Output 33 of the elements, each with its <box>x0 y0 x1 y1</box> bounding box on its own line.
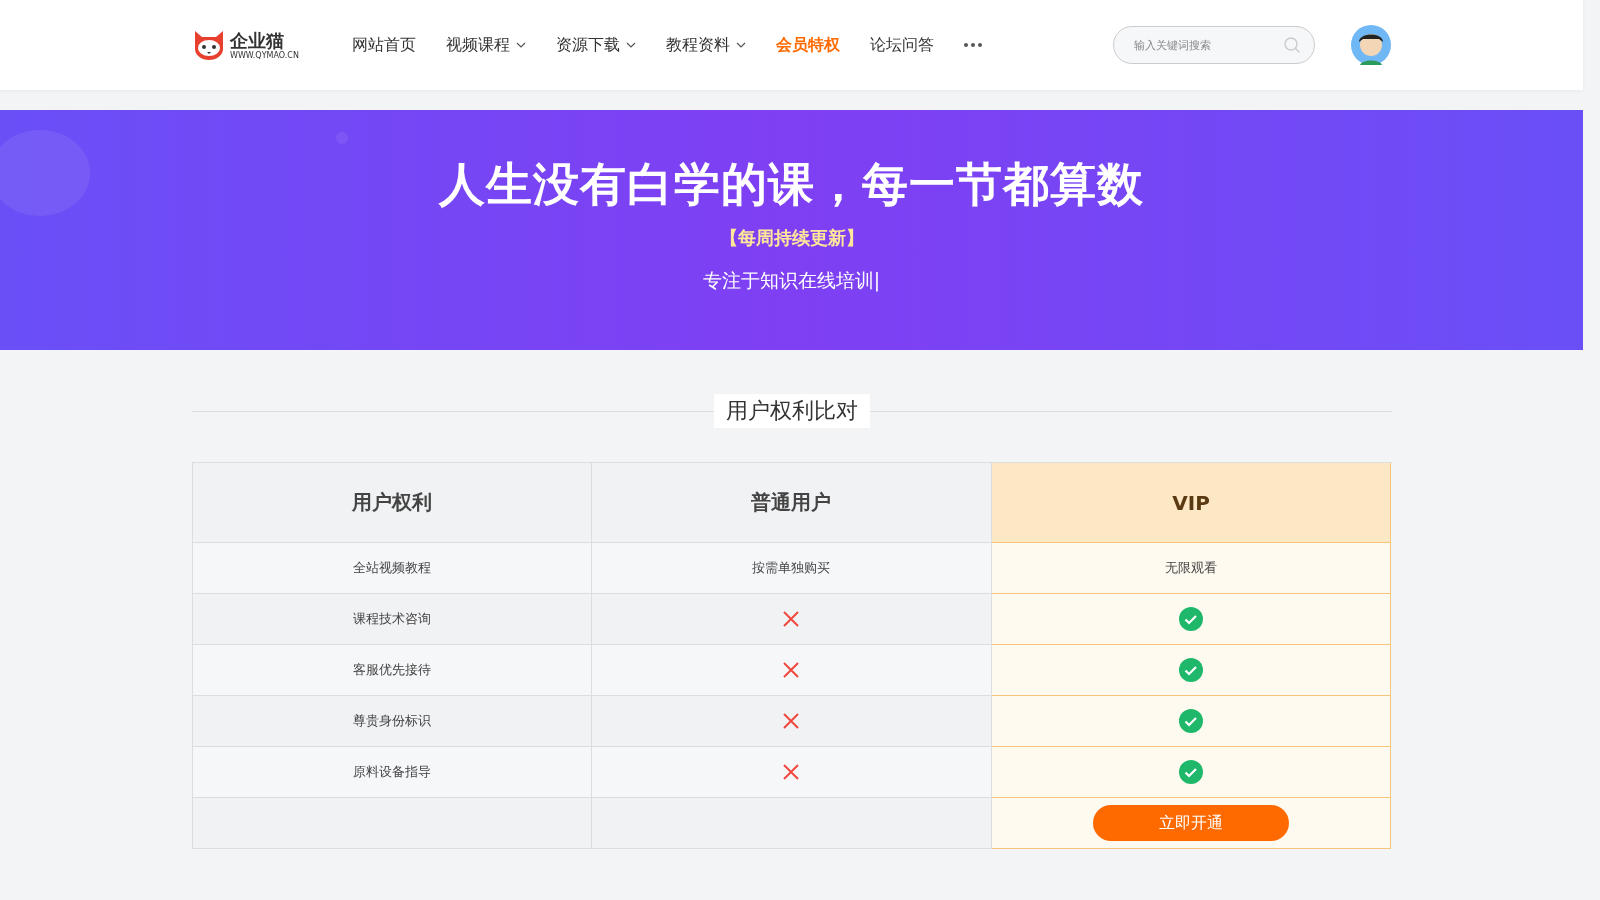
table-cell: 尊贵身份标识 <box>192 696 593 747</box>
cross-icon <box>783 764 800 780</box>
banner-title: 人生没有白学的课，每一节都算数 <box>439 156 1144 213</box>
table-cell: 课程技术咨询 <box>192 594 593 645</box>
cross-icon <box>783 662 800 678</box>
table-cell: 原料设备指导 <box>192 747 593 798</box>
cross-icon <box>783 611 800 627</box>
cross-icon <box>783 713 800 729</box>
more-icon[interactable] <box>964 43 982 47</box>
table-cell: 客服优先接待 <box>192 645 593 696</box>
check-circle-icon <box>1179 658 1204 682</box>
cat-logo-icon <box>192 29 226 61</box>
check-circle-icon <box>1179 709 1204 733</box>
nav-item[interactable]: 教程资料 <box>666 34 746 56</box>
column-header: 普通用户 <box>592 463 992 543</box>
search-field[interactable]: 输入关键词搜索 <box>1113 26 1315 64</box>
section-title: 用户权利比对 <box>713 394 870 428</box>
table-cell: 无限观看 <box>991 543 1392 594</box>
nav-item[interactable]: 论坛问答 <box>870 34 934 56</box>
avatar-icon[interactable] <box>1351 25 1391 65</box>
table-cell: 全站视频教程 <box>192 543 593 594</box>
logo-url: WWW.QYMAO.CN <box>230 50 299 60</box>
logo-name: 企业猫 <box>230 30 285 51</box>
table-cell: 按需单独购买 <box>592 543 992 594</box>
banner-tagline: 专注于知识在线培训| <box>702 268 881 294</box>
nav-item[interactable]: 资源下载 <box>556 34 636 56</box>
banner-subtitle: 【每周持续更新】 <box>719 226 864 250</box>
nav-item[interactable]: 视频课程 <box>446 34 526 56</box>
check-circle-icon <box>1179 760 1204 784</box>
nav-item[interactable]: 网站首页 <box>352 34 416 56</box>
column-header: 用户权利 <box>192 463 593 543</box>
check-circle-icon <box>1179 607 1204 631</box>
column-header: VIP <box>991 463 1392 543</box>
